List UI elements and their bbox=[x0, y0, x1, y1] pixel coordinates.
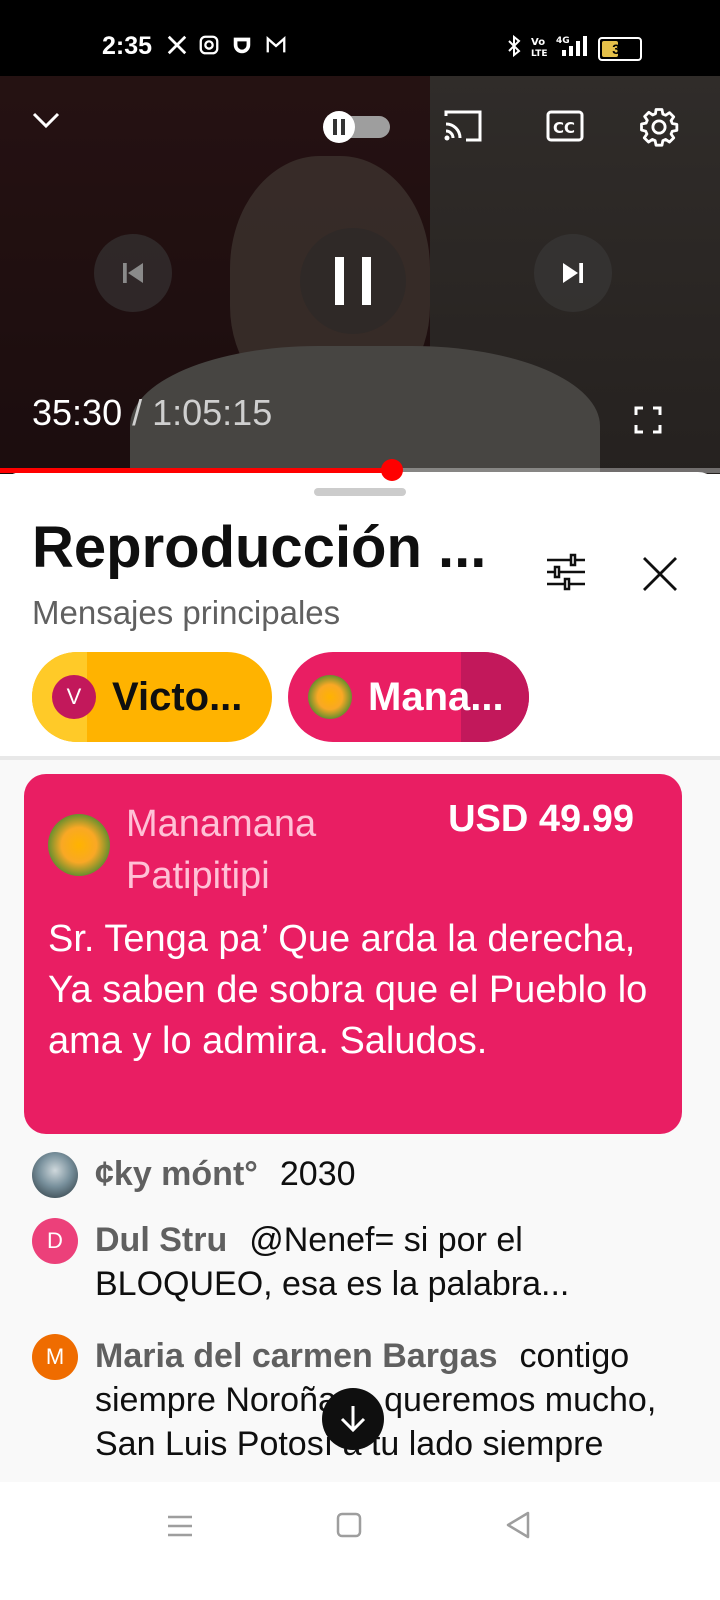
message-author: ¢ky mónt° bbox=[95, 1155, 258, 1193]
close-icon bbox=[643, 557, 677, 591]
back-triangle-icon bbox=[506, 1511, 530, 1539]
tune-icon bbox=[547, 553, 585, 591]
back-button[interactable] bbox=[504, 1510, 532, 1545]
skip-next-icon bbox=[563, 263, 583, 283]
superchat-amount: USD 49.99 bbox=[448, 798, 634, 840]
cast-icon bbox=[444, 110, 482, 142]
superchat-author: Manamana Patipitipi bbox=[126, 803, 317, 897]
notification-icons bbox=[166, 34, 288, 61]
fullscreen-icon bbox=[634, 406, 662, 434]
home-button[interactable] bbox=[336, 1512, 362, 1543]
chat-messages[interactable]: Manamana Patipitipi USD 49.99 Sr. Tenga … bbox=[0, 760, 720, 1482]
chip-label: Mana... bbox=[368, 674, 504, 719]
status-bar: 2:35 Vo LTE 4G 39 bbox=[0, 0, 720, 76]
seek-bar[interactable] bbox=[0, 459, 720, 481]
4g-signal-icon: 4G bbox=[556, 34, 590, 63]
gmail-icon bbox=[264, 34, 288, 61]
menu-icon bbox=[168, 1515, 192, 1537]
autoplay-toggle[interactable] bbox=[320, 110, 394, 149]
previous-button[interactable] bbox=[94, 234, 172, 312]
battery-level: 39 bbox=[612, 40, 628, 57]
svg-text:LTE: LTE bbox=[531, 49, 548, 58]
duration: 1:05:15 bbox=[152, 392, 273, 433]
navigation-bar bbox=[0, 1482, 720, 1600]
video-player[interactable]: CC 35:30 / 1:05:15 bbox=[0, 76, 720, 474]
time-separator: / bbox=[122, 392, 153, 433]
avatar bbox=[308, 675, 352, 719]
chip-label: Victo... bbox=[112, 674, 243, 719]
chat-filter-button[interactable] bbox=[538, 544, 594, 600]
svg-text:4G: 4G bbox=[556, 36, 570, 46]
captions-button[interactable]: CC bbox=[546, 108, 584, 149]
next-button[interactable] bbox=[534, 234, 612, 312]
scroll-to-bottom-button[interactable] bbox=[322, 1388, 384, 1450]
battery-icon: 39 bbox=[598, 36, 642, 61]
close-panel-button[interactable] bbox=[632, 546, 688, 602]
play-pause-button[interactable] bbox=[300, 228, 406, 334]
svg-text:CC: CC bbox=[553, 119, 575, 137]
settings-button[interactable] bbox=[638, 106, 680, 153]
superchat-message[interactable]: Manamana Patipitipi USD 49.99 Sr. Tenga … bbox=[24, 774, 682, 1134]
avatar bbox=[48, 814, 110, 876]
time-readout: 35:30 / 1:05:15 bbox=[32, 392, 272, 434]
current-time: 35:30 bbox=[32, 392, 123, 433]
chevron-down-icon bbox=[32, 112, 60, 129]
message-text: 2030 bbox=[279, 1155, 356, 1193]
fullscreen-button[interactable] bbox=[634, 406, 662, 439]
message-author: Dul Stru bbox=[95, 1221, 228, 1259]
recent-apps-button[interactable] bbox=[166, 1512, 194, 1545]
cast-button[interactable] bbox=[442, 108, 484, 149]
avatar: M bbox=[32, 1334, 78, 1380]
chat-mode-selector[interactable]: Mensajes principales bbox=[32, 594, 340, 632]
cc-icon: CC bbox=[546, 110, 584, 142]
x-icon bbox=[166, 34, 188, 61]
live-chat-panel: Reproducción ... Mensajes principales V … bbox=[0, 472, 720, 1482]
svg-text:Vo: Vo bbox=[531, 37, 545, 48]
system-icons: Vo LTE 4G 39 bbox=[506, 34, 642, 63]
message-author: Maria del carmen Bargas bbox=[95, 1337, 498, 1375]
instagram-icon bbox=[198, 34, 220, 61]
bluetooth-icon bbox=[506, 34, 522, 63]
drag-handle[interactable] bbox=[314, 488, 406, 496]
seek-bar-progress bbox=[0, 468, 393, 473]
superchat-chip[interactable]: V Victo... bbox=[32, 652, 272, 742]
gear-icon bbox=[640, 108, 679, 147]
superchat-text: Sr. Tenga pa’ Que arda la derecha, Ya sa… bbox=[48, 918, 648, 1062]
volte-icon: Vo LTE bbox=[530, 34, 548, 63]
panel-title: Reproducción ... bbox=[32, 515, 487, 580]
chat-message[interactable]: D Dul Stru @Nenef= si por el BLOQUEO, esa… bbox=[32, 1218, 682, 1306]
arrow-down-icon bbox=[340, 1406, 366, 1433]
avatar bbox=[32, 1152, 78, 1198]
avatar: D bbox=[32, 1218, 78, 1264]
minimize-button[interactable] bbox=[30, 108, 62, 137]
pause-icon bbox=[335, 257, 371, 305]
shield-icon bbox=[230, 34, 254, 61]
square-icon bbox=[336, 1512, 362, 1538]
chat-message[interactable]: ¢ky mónt° 2030 bbox=[32, 1152, 682, 1198]
superchat-chip[interactable]: Mana... bbox=[288, 652, 529, 742]
skip-previous-icon bbox=[123, 263, 143, 283]
pinned-superchats: V Victo... Mana... bbox=[32, 652, 529, 742]
avatar: V bbox=[52, 675, 96, 719]
status-time: 2:35 bbox=[102, 32, 153, 60]
